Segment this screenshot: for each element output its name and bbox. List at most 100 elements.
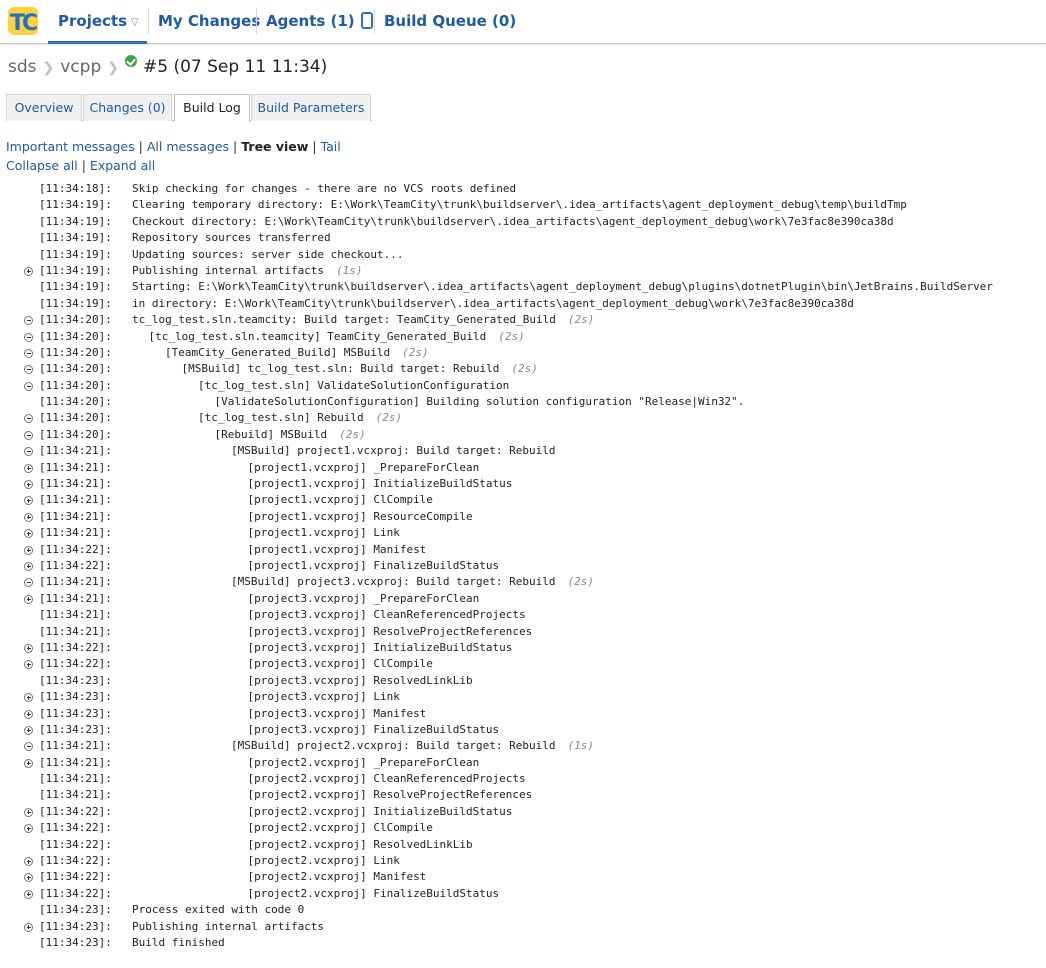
log-message[interactable]: [project3.vcxproj] _PrepareForClean — [248, 591, 480, 607]
log-message-text: [MSBuild] project3.vcxproj: Build target… — [231, 575, 556, 589]
log-message[interactable]: [project3.vcxproj] ClCompile — [248, 656, 433, 672]
expand-all-link[interactable]: Expand all — [90, 158, 155, 173]
log-message[interactable]: [project2.vcxproj] FinalizeBuildStatus — [248, 886, 500, 902]
all-messages-link[interactable]: All messages — [147, 139, 229, 154]
tree-view-current: Tree view — [241, 139, 309, 154]
tab-changes[interactable]: Changes (0) — [83, 94, 172, 121]
log-row: [11:34:21]: [project3.vcxproj] CleanRefer… — [0, 607, 1046, 623]
log-message-text: Publishing internal artifacts — [132, 919, 325, 933]
collapse-icon[interactable] — [24, 348, 33, 358]
collapse-all-link[interactable]: Collapse all — [6, 158, 78, 173]
log-message: [project3.vcxproj] CleanReferencedProjec… — [248, 607, 526, 623]
nav-agents[interactable]: Agents (1) — [266, 0, 373, 44]
log-message[interactable]: [TeamCity_Generated_Build] MSBuild (2s) — [165, 345, 429, 361]
log-message[interactable]: [project2.vcxproj] _PrepareForClean — [248, 755, 480, 771]
log-message-text: [project1.vcxproj] ResourceCompile — [247, 509, 473, 523]
log-message[interactable]: [project1.vcxproj] ClCompile — [248, 492, 433, 508]
log-duration: (2s) — [375, 411, 403, 425]
log-message[interactable]: [tc_log_test.sln] Rebuild (2s) — [198, 410, 402, 426]
expand-icon[interactable] — [24, 873, 33, 883]
collapse-icon[interactable] — [24, 742, 33, 752]
expand-icon[interactable] — [24, 496, 33, 506]
log-message[interactable]: [project1.vcxproj] Link — [248, 525, 400, 541]
teamcity-logo[interactable]: T C — [6, 5, 40, 37]
expand-icon[interactable] — [24, 266, 33, 276]
log-duration: (2s) — [339, 427, 366, 441]
log-message[interactable]: [tc_log_test.sln.teamcity] TeamCity_Gene… — [149, 329, 525, 345]
log-row: [11:34:22]: [project3.vcxproj] Initialize… — [0, 640, 1046, 656]
log-message[interactable]: [project3.vcxproj] Manifest — [248, 706, 427, 722]
collapse-icon[interactable] — [24, 316, 33, 326]
collapse-icon[interactable] — [24, 414, 33, 424]
log-message[interactable]: [project1.vcxproj] Manifest — [248, 542, 427, 558]
tab-overview[interactable]: Overview — [6, 94, 82, 121]
log-message[interactable]: [MSBuild] project3.vcxproj: Build target… — [231, 574, 594, 590]
log-message[interactable]: [project1.vcxproj] ResourceCompile — [248, 509, 473, 525]
important-messages-link[interactable]: Important messages — [6, 139, 135, 154]
log-message[interactable]: [project3.vcxproj] FinalizeBuildStatus — [248, 722, 500, 738]
nav-projects[interactable]: Projects ▽ — [48, 0, 147, 44]
tab-build-parameters[interactable]: Build Parameters — [251, 94, 371, 121]
collapse-icon[interactable] — [24, 430, 33, 440]
expand-icon[interactable] — [24, 758, 33, 768]
log-message: Updating sources: server side checkout..… — [132, 247, 404, 263]
breadcrumb-project[interactable]: sds — [8, 57, 37, 77]
collapse-icon[interactable] — [24, 381, 33, 391]
nav-my-changes[interactable]: My Changes — [158, 0, 260, 44]
nav-build-queue[interactable]: Build Queue (0) — [384, 0, 516, 44]
chevron-down-icon[interactable]: ▽ — [131, 2, 139, 44]
log-message[interactable]: tc_log_test.sln.teamcity: Build target: … — [132, 312, 594, 328]
expand-icon[interactable] — [24, 709, 33, 719]
log-message: [project2.vcxproj] ResolvedLinkLib — [248, 837, 473, 853]
expand-icon[interactable] — [24, 807, 33, 817]
log-message-text: [tc_log_test.sln] Rebuild — [198, 411, 364, 425]
log-message-text: [MSBuild] tc_log_test.sln: Build target:… — [181, 362, 500, 376]
breadcrumb-config[interactable]: vcpp — [60, 57, 101, 77]
expand-icon[interactable] — [24, 512, 33, 522]
log-message[interactable]: [project2.vcxproj] Link — [248, 853, 400, 869]
log-message[interactable]: [project2.vcxproj] ClCompile — [248, 820, 433, 836]
tab-build-log[interactable]: Build Log — [174, 94, 250, 122]
collapse-icon[interactable] — [24, 447, 33, 457]
log-message[interactable]: [project2.vcxproj] InitializeBuildStatus — [248, 804, 513, 820]
log-message[interactable]: [MSBuild] project1.vcxproj: Build target… — [231, 443, 556, 459]
build-log-tree: [11:34:18]: Skip checking for changes - t… — [0, 181, 1046, 951]
expand-icon[interactable] — [24, 725, 33, 735]
expand-icon[interactable] — [24, 889, 33, 899]
expand-icon[interactable] — [24, 922, 33, 932]
log-message[interactable]: [tc_log_test.sln] ValidateSolutionConfig… — [198, 378, 509, 394]
log-message-text: [project2.vcxproj] InitializeBuildStatus — [247, 804, 513, 818]
log-message[interactable]: [MSBuild] project2.vcxproj: Build target… — [231, 738, 594, 754]
log-message[interactable]: [project2.vcxproj] Manifest — [248, 869, 427, 885]
tail-link[interactable]: Tail — [321, 139, 341, 154]
collapse-icon[interactable] — [24, 365, 33, 375]
log-message[interactable]: Publishing internal artifacts — [132, 919, 324, 935]
expand-icon[interactable] — [24, 463, 33, 473]
log-message[interactable]: [project1.vcxproj] _PrepareForClean — [248, 460, 480, 476]
expand-icon[interactable] — [24, 529, 33, 539]
expand-icon[interactable] — [24, 857, 33, 867]
expand-icon[interactable] — [24, 660, 33, 670]
expand-icon[interactable] — [24, 561, 33, 571]
expand-icon[interactable] — [24, 545, 33, 555]
expand-icon[interactable] — [24, 824, 33, 834]
log-message-text: [MSBuild] project1.vcxproj: Build target… — [231, 444, 556, 458]
log-message-text: [MSBuild] project2.vcxproj: Build target… — [231, 739, 556, 753]
log-message[interactable]: [Rebuild] MSBuild (2s) — [215, 427, 366, 443]
collapse-icon[interactable] — [24, 578, 33, 588]
log-message[interactable]: [project3.vcxproj] InitializeBuildStatus — [248, 640, 513, 656]
log-message[interactable]: [MSBuild] tc_log_test.sln: Build target:… — [182, 361, 538, 377]
log-message[interactable]: [project1.vcxproj] FinalizeBuildStatus — [248, 558, 500, 574]
expand-icon[interactable] — [24, 480, 33, 490]
collapse-icon[interactable] — [24, 332, 33, 342]
log-message-text: [project1.vcxproj] FinalizeBuildStatus — [247, 558, 500, 572]
log-row: [11:34:23]: Build finished — [0, 935, 1046, 951]
log-message[interactable]: [project3.vcxproj] Link — [248, 689, 400, 705]
log-timestamp: [11:34:23]: — [39, 673, 112, 687]
expand-icon[interactable] — [24, 643, 33, 653]
expand-icon[interactable] — [24, 693, 33, 703]
expand-icon[interactable] — [24, 594, 33, 604]
log-message[interactable]: Publishing internal artifacts (1s) — [132, 263, 363, 279]
log-message[interactable]: [project1.vcxproj] InitializeBuildStatus — [248, 476, 513, 492]
log-message-text: [tc_log_test.sln.teamcity] TeamCity_Gene… — [148, 329, 487, 343]
